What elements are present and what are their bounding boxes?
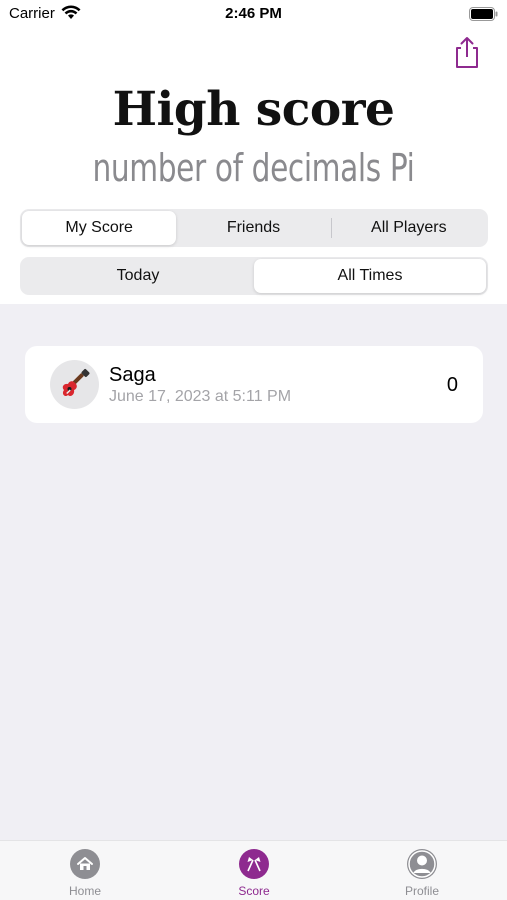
tab-score[interactable]: Score (214, 849, 294, 900)
page-subtitle: number of decimals Pi (92, 146, 415, 190)
guitar-icon (62, 368, 89, 396)
segment-label: All Players (371, 219, 447, 236)
avatar (50, 360, 99, 409)
segment-label: All Times (337, 267, 403, 284)
tab-label: Score (238, 884, 270, 898)
score-icon (239, 849, 269, 879)
segment-my-score[interactable]: My Score (22, 211, 177, 245)
high-score-screen: Carrier 2:46 PM High score number of dec… (0, 0, 507, 900)
share-icon (456, 37, 478, 68)
list-item[interactable]: Saga June 17, 2023 at 5:11 PM 0 (25, 346, 483, 423)
share-button[interactable] (452, 35, 482, 69)
segment-friends[interactable]: Friends (176, 211, 330, 245)
profile-icon (407, 849, 437, 879)
tab-label: Home (68, 884, 101, 898)
status-bar: Carrier 2:46 PM (0, 0, 507, 30)
segment-label: Today (116, 267, 160, 284)
score-date: June 17, 2023 at 5:11 PM (109, 388, 292, 405)
score-value: 0 (446, 374, 458, 396)
player-name: Saga (109, 364, 156, 386)
segment-all-times[interactable]: All Times (254, 259, 486, 293)
page-title: High score (112, 82, 395, 137)
status-time: 2:46 PM (225, 5, 282, 22)
tab-label: Profile (404, 884, 439, 898)
segment-all-players[interactable]: All Players (332, 211, 486, 245)
period-segmented-control: Today All Times (20, 257, 488, 295)
segment-label: My Score (65, 219, 133, 236)
tab-home[interactable]: Home (45, 849, 125, 900)
home-icon (70, 849, 100, 879)
segment-today[interactable]: Today (22, 259, 254, 293)
tab-bar: Home Score Profile (0, 840, 507, 900)
scope-segmented-control: My Score Friends All Players (20, 209, 488, 247)
battery-icon (469, 7, 498, 21)
segment-label: Friends (226, 219, 281, 236)
tab-profile[interactable]: Profile (382, 849, 462, 900)
